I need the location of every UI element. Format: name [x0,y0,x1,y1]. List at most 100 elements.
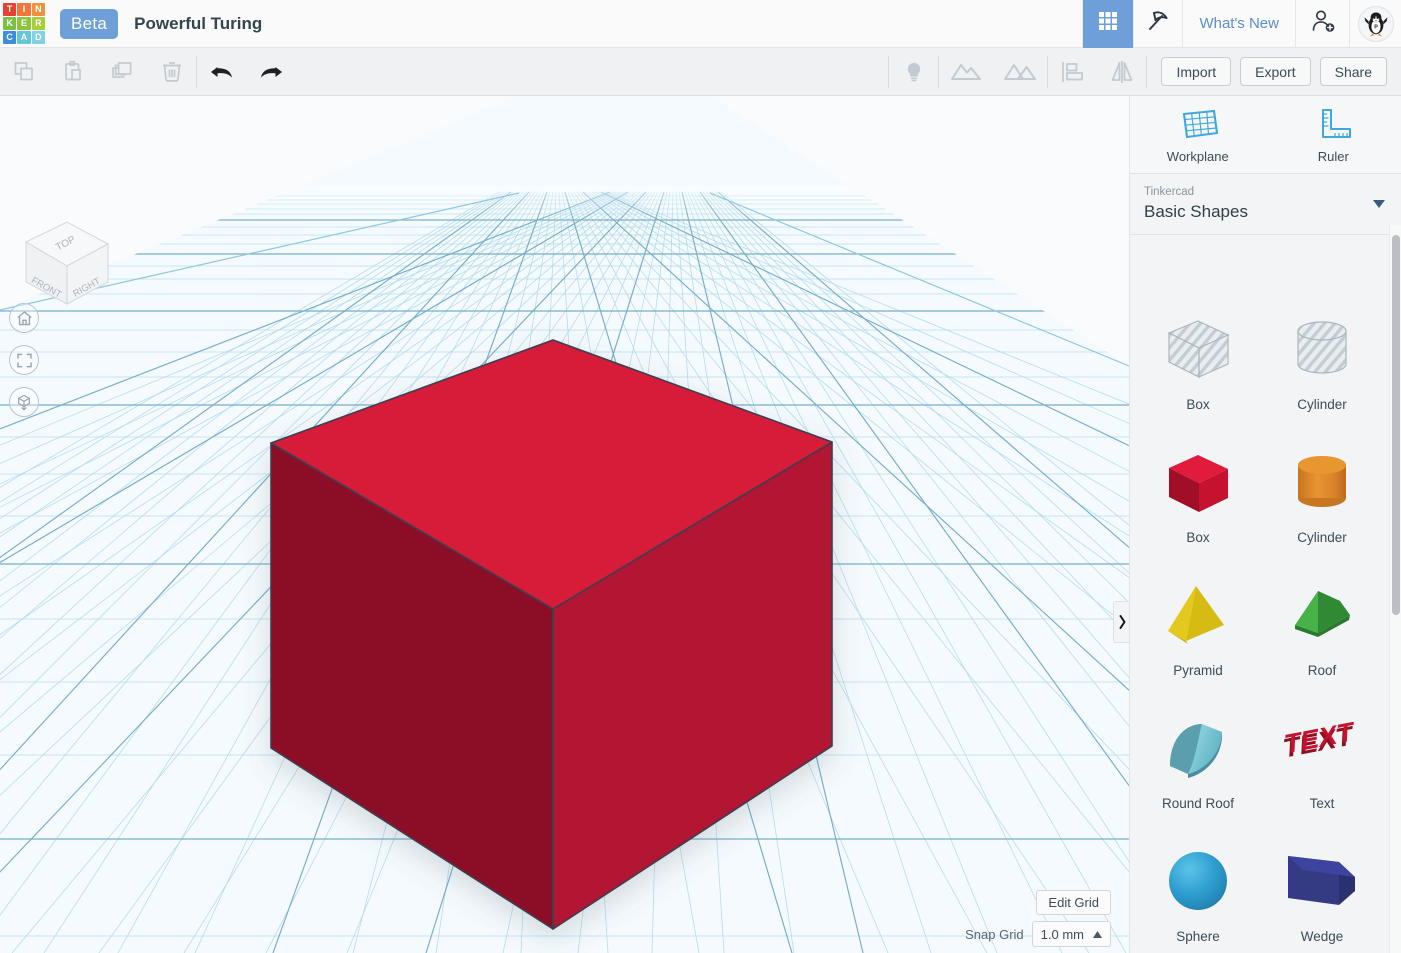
fit-to-view-icon [16,353,32,367]
delete-button[interactable] [147,48,196,96]
ruler-icon [1322,108,1352,138]
logo-tile: C [3,31,17,45]
caret-down-icon [1373,200,1385,208]
panel-tools: Workplane Ruler [1130,96,1401,174]
import-button[interactable]: Import [1161,57,1232,86]
edit-grid-label: Edit Grid [1048,895,1099,910]
user-avatar-button[interactable]: P [1349,0,1401,48]
cylinder-icon [1282,436,1362,528]
chevron-right-icon [1119,615,1125,629]
copy-icon [14,61,33,80]
pickaxe-icon [1145,8,1171,39]
shape-label: Text [1309,796,1335,811]
apps-grid-icon [1096,9,1120,38]
view-cube[interactable]: TOP FRONT RIGHT [18,214,116,312]
add-user-button[interactable] [1295,0,1349,48]
duplicate-icon [111,61,131,78]
mirror-button[interactable] [1097,48,1146,96]
document-title[interactable]: Powerful Turing [134,14,262,34]
logo-tile: T [3,2,17,16]
whats-new-label: What's New [1199,15,1279,32]
pickaxe-button[interactable] [1133,0,1182,48]
shape-label: Sphere [1176,929,1220,944]
round-roof-icon [1158,702,1238,794]
whats-new-link[interactable]: What's New [1182,0,1295,48]
workplane-icon [1182,109,1218,138]
workplane-grid [0,96,1129,953]
shape-item-pyramid[interactable]: Pyramid [1136,561,1260,694]
paste-icon [64,60,81,80]
wedge-icon [1279,835,1365,927]
ruler-tool[interactable]: Ruler [1266,96,1401,173]
snap-grid-label: Snap Grid [965,926,1024,942]
logo-tile: D [31,31,45,45]
panel-scrollbar[interactable] [1389,225,1401,953]
shape-label: Wedge [1300,929,1344,944]
lightbulb-icon [907,62,921,81]
tinkercad-logo[interactable]: T I N K E R C A D [0,0,48,48]
shape-item-box-hole[interactable]: Box [1136,295,1260,428]
edit-toolbar: Import Export Share [0,48,1401,96]
redo-arrow-icon [260,66,282,78]
scrollbar-thumb[interactable] [1392,235,1400,615]
ungroup-icon [1004,63,1037,80]
shape-item-wedge[interactable]: Wedge [1260,827,1384,953]
shape-item-cylinder[interactable]: Cylinder [1260,428,1384,561]
apps-grid-button[interactable] [1082,0,1134,48]
logo-tile: N [31,2,45,16]
3d-viewport[interactable]: TOP FRONT RIGHT Edit Grid Snap Grid 1.0 … [0,96,1129,953]
pyramid-icon [1158,569,1238,661]
cylinder-hole-icon [1282,303,1362,395]
add-user-icon [1309,7,1337,40]
home-icon [16,310,32,325]
undo-button[interactable] [197,48,246,96]
light-button[interactable] [889,48,938,96]
logo-tile: A [17,31,31,45]
ortho-perspective-icon [17,394,30,411]
shape-label: Box [1186,530,1210,545]
shape-item-sphere[interactable]: Sphere [1136,827,1260,953]
penguin-avatar: P [1360,8,1391,39]
sphere-icon [1158,835,1238,927]
text-shape-icon: TEXT TEXT [1279,702,1365,794]
shape-item-box[interactable]: Box [1136,428,1260,561]
copy-button[interactable] [0,48,49,96]
ungroup-button[interactable] [993,48,1047,96]
edit-grid-button[interactable]: Edit Grid [1036,890,1111,915]
duplicate-button[interactable] [98,48,147,96]
box-icon [1158,436,1238,528]
toolbar-divider [1146,55,1148,88]
group-button[interactable] [939,48,993,96]
export-button[interactable]: Export [1240,57,1311,86]
shape-item-round-roof[interactable]: Round Roof [1136,694,1260,827]
workplane-tool[interactable]: Workplane [1130,96,1266,173]
logo-tile: I [17,2,31,16]
avatar: P [1357,5,1394,42]
snap-grid-select[interactable]: 1.0 mm [1031,921,1111,947]
shape-item-text[interactable]: TEXT TEXT Text [1260,694,1384,827]
shape-list[interactable]: Box Cylinder Box Cylinder Pyramid Roof R… [1130,285,1390,953]
shape-label: Pyramid [1173,663,1223,678]
paste-button[interactable] [49,48,98,96]
shape-label: Cylinder [1297,530,1347,545]
workplane-label: Workplane [1166,148,1229,164]
top-bar: T I N K E R C A D Beta Powerful Turing W… [0,0,1401,48]
logo-tile: E [17,16,31,31]
share-button[interactable]: Share [1319,57,1387,86]
align-icon [1062,61,1083,82]
shape-item-cylinder-hole[interactable]: Cylinder [1260,295,1384,428]
fit-to-view-button[interactable] [9,345,39,375]
shape-library-selector[interactable]: Tinkercad Basic Shapes [1130,174,1401,235]
shape-item-roof[interactable]: Roof [1260,561,1384,694]
align-button[interactable] [1048,48,1097,96]
snap-grid-value: 1.0 mm [1040,926,1084,942]
redo-button[interactable] [246,48,295,96]
box-hole-icon [1158,303,1238,395]
collapse-panel-button[interactable] [1113,601,1129,643]
home-view-button[interactable] [9,303,39,333]
shape-grid: Box Cylinder Box Cylinder Pyramid Roof R… [1130,285,1390,953]
snap-grid-control: Snap Grid 1.0 mm [965,921,1111,947]
ortho-perspective-button[interactable] [9,387,39,417]
shape-label: Roof [1307,663,1337,678]
svg-text:P: P [1374,24,1378,30]
